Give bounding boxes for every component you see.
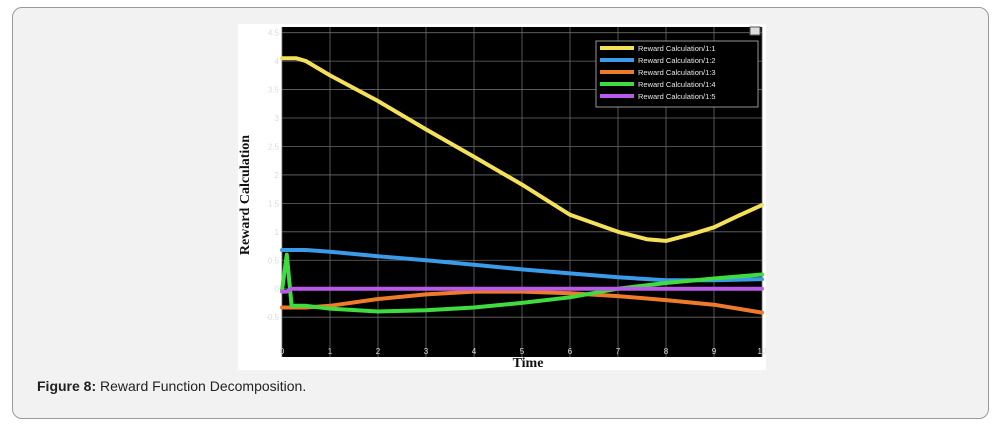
caption-text: Reward Function Decomposition. [96,378,307,394]
y-tick-label: 2.5 [268,142,280,151]
x-tick-label: 10 [758,347,766,356]
x-tick-label: 7 [616,347,621,356]
x-tick-label: 5 [520,347,525,356]
x-tick-label: 3 [424,347,429,356]
y-tick-labels: -0.5 0 0.5 1 1.5 2 2.5 3 3.5 4 4.5 [265,29,279,322]
line-chart: -0.5 0 0.5 1 1.5 2 2.5 3 3.5 4 4.5 0 1 2 3 4 5 6 7 8 9 10 Re… [265,26,766,357]
legend: Reward Calculation/1:1 Reward Calculation… [595,40,759,108]
y-tick-label: 4 [275,57,280,66]
legend-entry: Reward Calculation/1:1 [638,44,716,53]
x-axis-label: Time [512,356,544,371]
legend-entry: Reward Calculation/1:4 [638,80,716,89]
x-tick-label: 8 [664,347,669,356]
x-tick-label: 9 [712,347,717,356]
legend-entry: Reward Calculation/1:3 [638,68,716,77]
caption-label: Figure 8: [37,378,97,394]
y-tick-label: 1 [275,228,280,237]
y-tick-label: 3.5 [268,86,280,95]
x-tick-label: 0 [280,347,285,356]
x-tick-label: 4 [472,347,477,356]
x-tick-label: 1 [328,347,333,356]
x-tick-label: 6 [568,347,573,356]
y-tick-label: 3 [275,114,280,123]
x-tick-label: 2 [376,347,381,356]
y-tick-label: 4.5 [268,29,280,38]
figure-caption: Figure 8: Reward Function Decomposition. [37,378,306,394]
y-tick-label: 0.5 [268,256,280,265]
y-tick-label: -0.5 [265,313,279,322]
legend-entry: Reward Calculation/1:5 [638,92,716,101]
legend-entry: Reward Calculation/1:2 [638,56,716,65]
y-tick-label: 0 [275,285,280,294]
y-tick-label: 2 [275,171,280,180]
window-control-icon[interactable] [749,26,761,36]
y-axis-label: Reward Calculation [238,134,253,256]
y-tick-label: 1.5 [268,199,280,208]
